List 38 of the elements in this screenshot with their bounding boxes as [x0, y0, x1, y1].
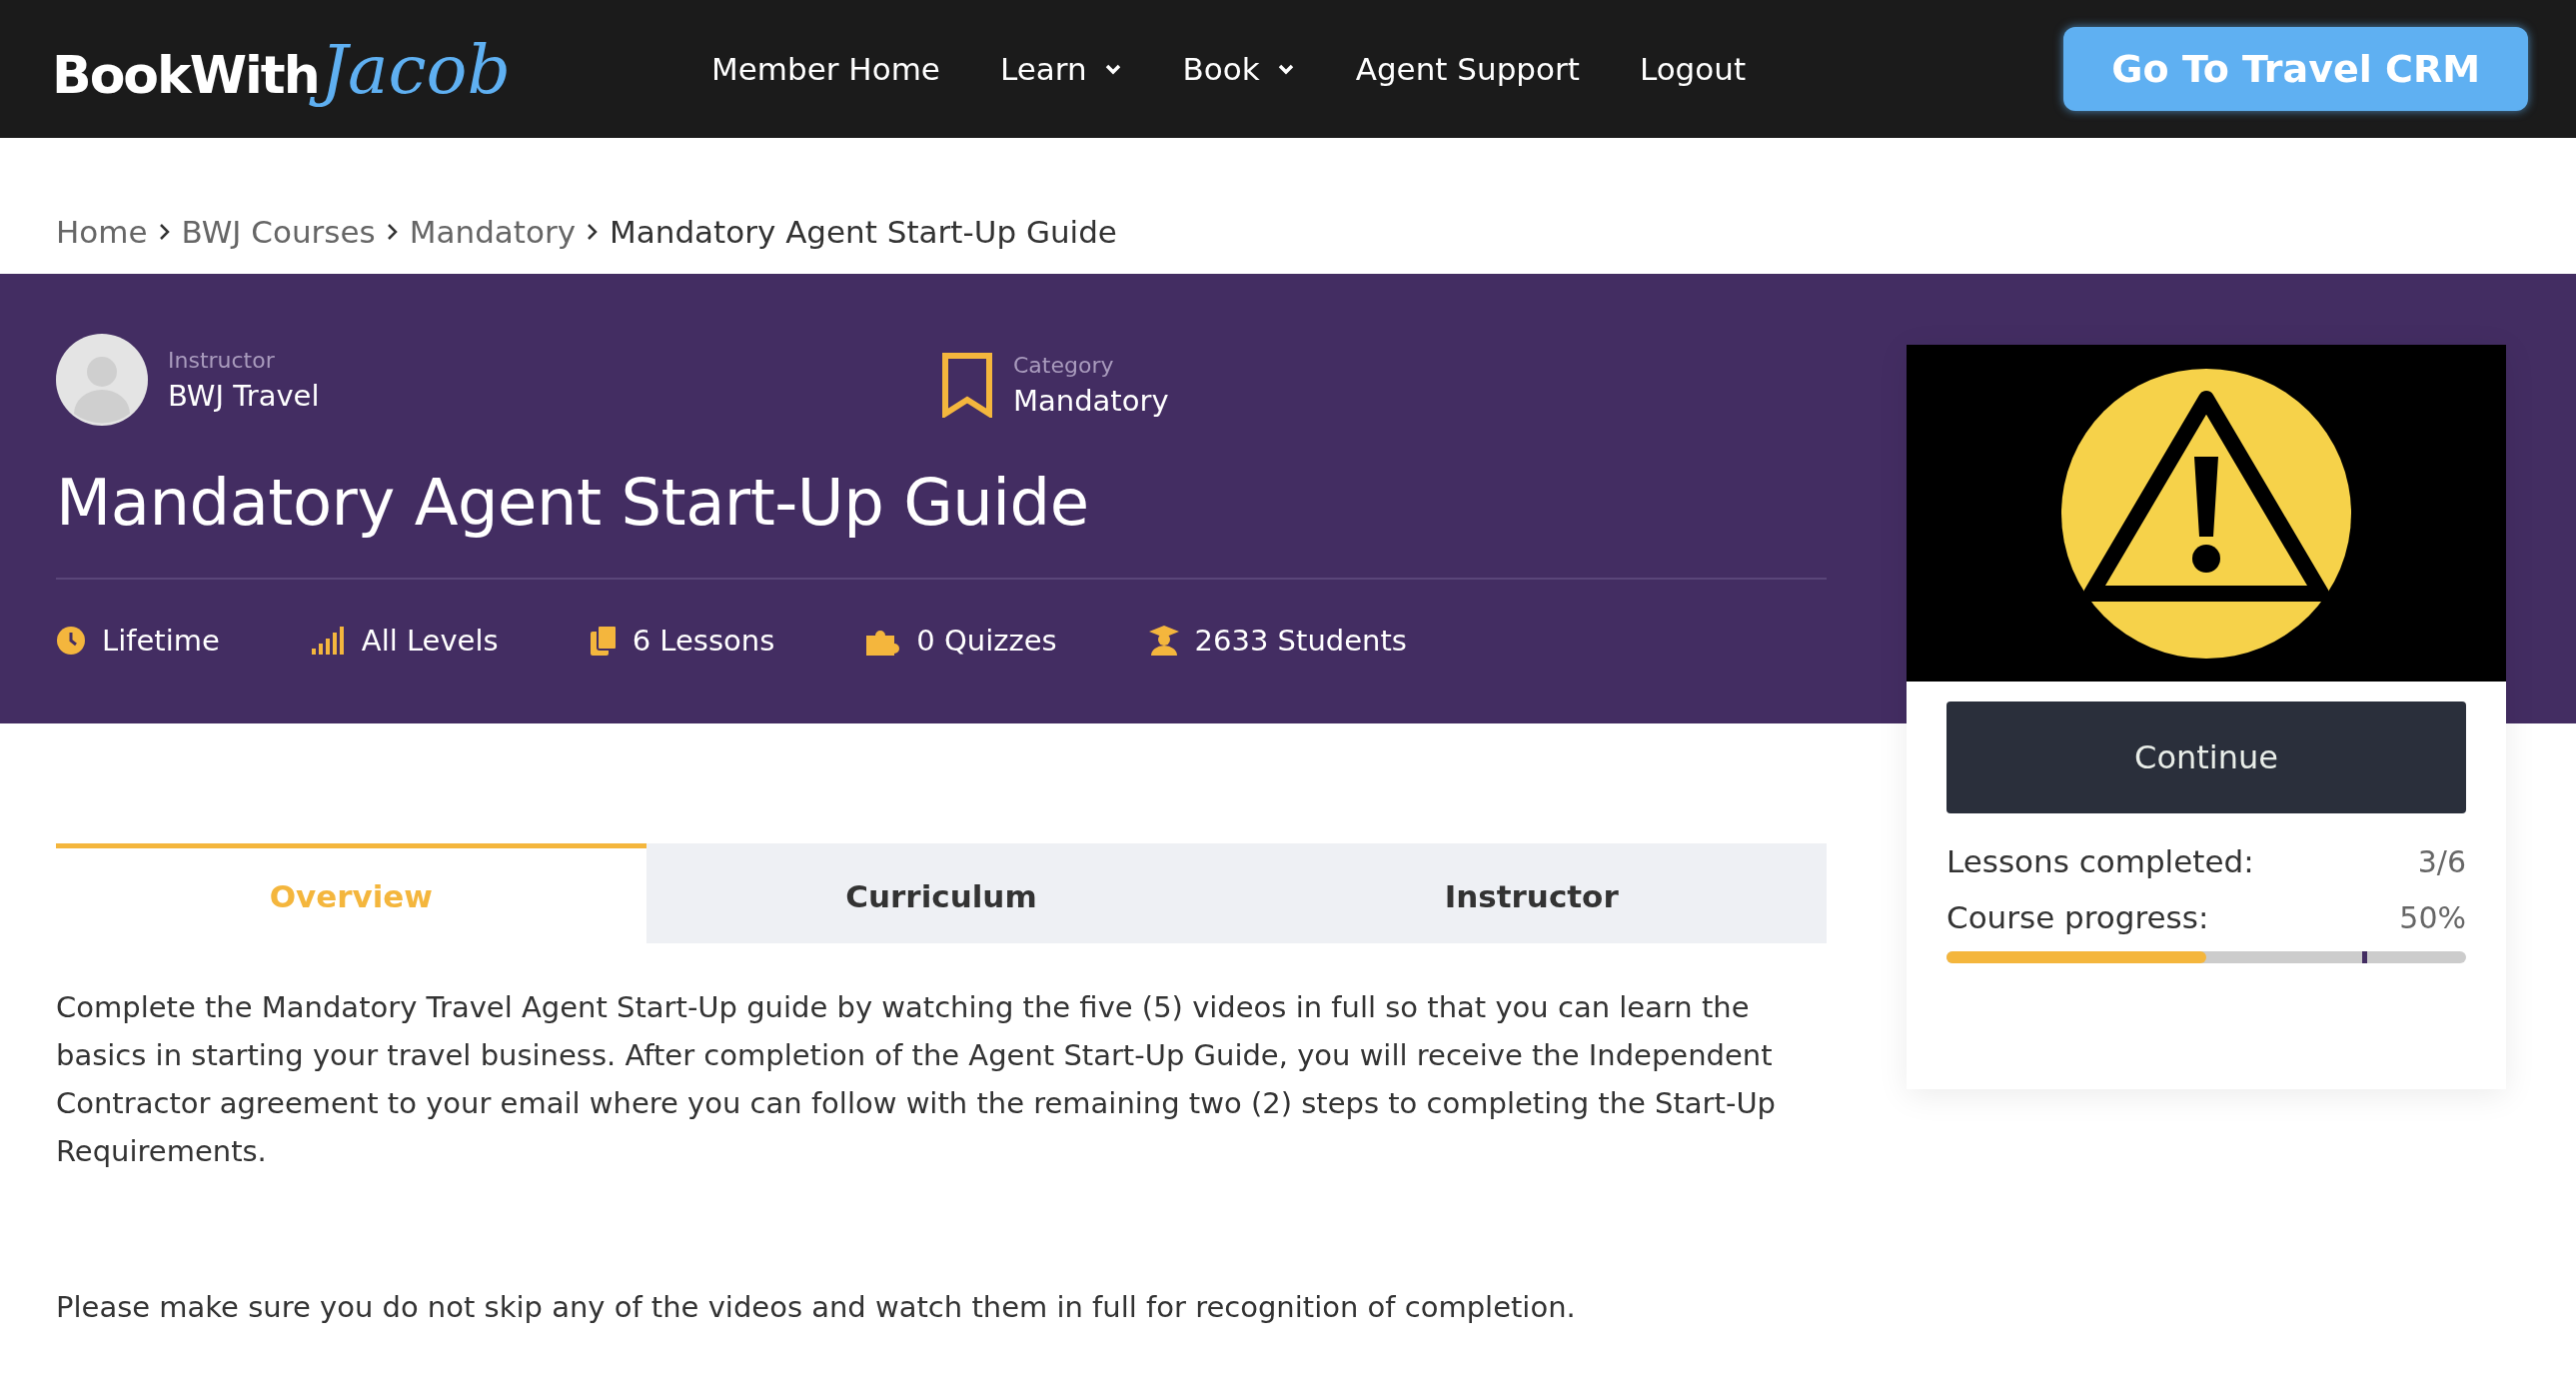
chevron-right-icon: [385, 222, 400, 242]
course-meta-text: 0 Quizzes: [916, 624, 1057, 658]
chevron-right-icon: [157, 222, 172, 242]
nav-link[interactable]: Logout: [1639, 51, 1747, 87]
course-meta-text: 6 Lessons: [632, 624, 775, 658]
overview-paragraph: Please make sure you do not skip any of the videos and watch them in full for recognition of completion.: [56, 1289, 1577, 1326]
graduate-icon: [1148, 626, 1179, 656]
category-name[interactable]: Mandatory: [1013, 383, 1169, 418]
nav-link[interactable]: Book: [1182, 51, 1296, 87]
continue-button[interactable]: Continue: [1946, 701, 2466, 813]
signal-bars-icon: [311, 627, 346, 655]
course-progress-label: Course progress:: [1946, 899, 2209, 935]
course-title: Mandatory Agent Start-Up Guide: [56, 466, 1090, 540]
course-meta-text: Lifetime: [102, 624, 220, 658]
breadcrumb-link[interactable]: Home: [56, 214, 148, 250]
course-meta-text: 2633 Students: [1194, 624, 1407, 658]
breadcrumb-link[interactable]: BWJ Courses: [181, 214, 376, 250]
avatar-icon: [56, 334, 148, 426]
tab[interactable]: Curriculum: [645, 843, 1237, 943]
clock-icon: [56, 626, 86, 656]
breadcrumb-link[interactable]: Mandatory Agent Start-Up Guide: [610, 214, 1117, 250]
lessons-completed-value: 3/6: [2417, 843, 2466, 879]
nav-link[interactable]: Agent Support: [1355, 51, 1580, 87]
warning-sign-icon: [2061, 368, 2351, 659]
course-meta-text: All Levels: [361, 624, 499, 658]
category-label: Category: [1013, 352, 1115, 378]
course-progress-value: 50%: [2399, 899, 2466, 935]
nav-link[interactable]: Learn: [999, 51, 1123, 87]
overview-paragraph: Complete the Mandatory Travel Agent Start-Up guide by watching the five (5) videos in full so that you can learn the basics in starting your travel business. After completion of the Agent Start-Up Guide, you will receive the Independent Contractor agreement to your email where you can follow with the remaining two (2) steps to completing the Start-Up Requirements.: [56, 989, 1777, 1170]
tab[interactable]: Instructor: [1236, 843, 1827, 943]
site-logo[interactable]: BookWithJacob: [52, 29, 651, 109]
files-icon: [590, 626, 617, 656]
lessons-completed-label: Lessons completed:: [1946, 843, 2254, 879]
nav-link[interactable]: Member Home: [711, 51, 940, 87]
breadcrumb-link[interactable]: Mandatory: [409, 214, 577, 250]
instructor-label: Instructor: [168, 347, 276, 373]
instructor-name[interactable]: BWJ Travel: [168, 378, 320, 413]
bookmark-icon: [941, 352, 993, 418]
